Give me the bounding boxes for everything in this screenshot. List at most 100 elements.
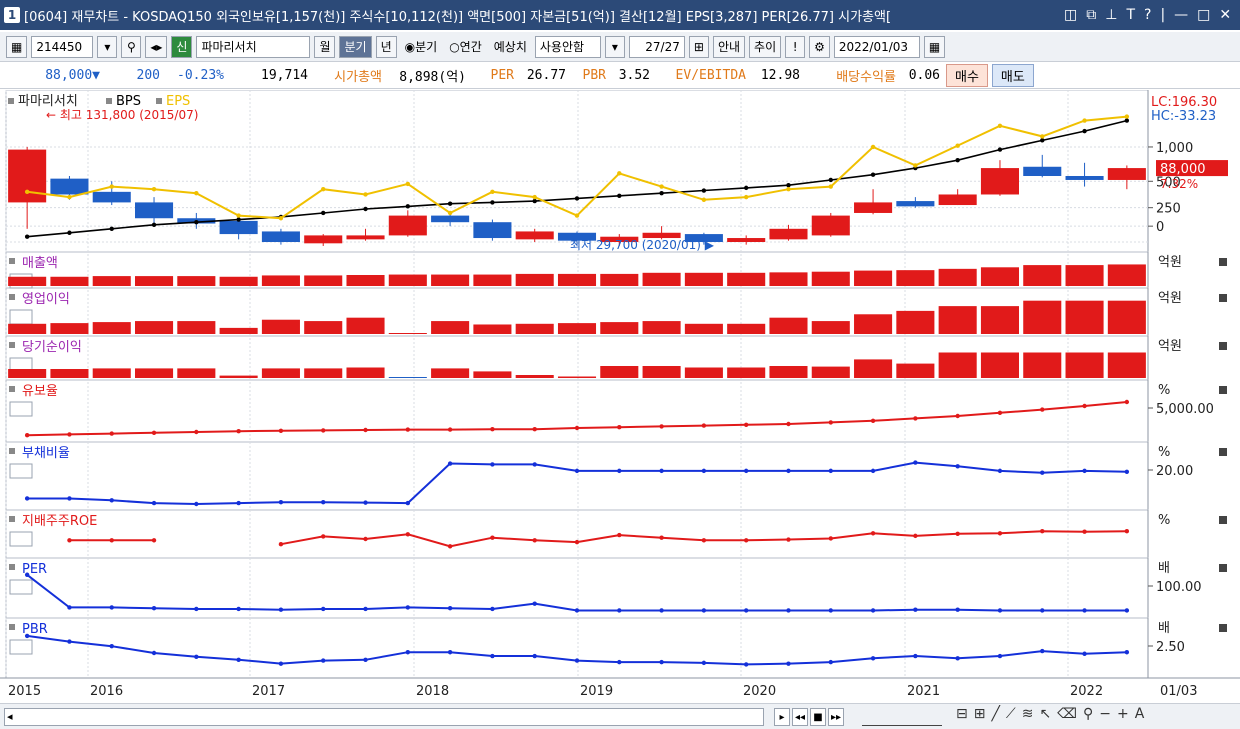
layout-icon[interactable]: ◫ [1064, 7, 1077, 23]
series-line-point [1082, 529, 1087, 534]
search-icon[interactable]: ⚲ [121, 35, 142, 58]
series-line-point [1124, 650, 1130, 655]
code-dropdown-icon[interactable]: ▾ [97, 35, 118, 58]
font-icon[interactable]: T [1126, 7, 1135, 23]
sell-button[interactable]: 매도 [991, 64, 1034, 87]
panel-marker [9, 516, 15, 522]
series-line-point [701, 468, 707, 474]
bar [1023, 300, 1062, 334]
panel-close-icon [1219, 624, 1227, 632]
series-line-point [532, 427, 537, 432]
series-line-point [1124, 399, 1130, 405]
bps-line-point [490, 200, 495, 205]
estimate-select[interactable]: 사용안함 [534, 35, 601, 58]
series-line-point [743, 422, 749, 427]
mode-badge[interactable]: 신 [171, 35, 193, 58]
guide-button[interactable]: 안내 [712, 35, 746, 58]
help-icon[interactable]: ? [1144, 7, 1151, 23]
zoom-icon[interactable]: ⊞ [688, 35, 709, 58]
series-line-point [997, 608, 1003, 613]
bar [431, 321, 470, 334]
magnify-icon[interactable]: ⚲ [1083, 706, 1093, 722]
close-icon[interactable]: ✕ [1219, 7, 1231, 23]
bps-line-point [701, 188, 707, 193]
series-line-point [67, 538, 72, 543]
series-line-point [447, 650, 453, 655]
title-bar: 1 [0604] 재무차트 - KOSDAQ150 외국인보유[1,157(천)… [0, 0, 1240, 30]
series-line-point [828, 536, 833, 541]
candle-body [473, 222, 512, 239]
window-number: 1 [4, 7, 20, 23]
series-line-point [1082, 468, 1087, 474]
period-quarter-button[interactable]: 분기 [339, 35, 372, 58]
layout2-icon[interactable]: ⊞ [974, 706, 986, 722]
series-line-point [67, 639, 72, 644]
calendar-icon[interactable]: ▦ [923, 35, 946, 58]
series-line-point [786, 468, 791, 474]
toolbar: ▦ 214450 ▾ ⚲ ◂▸ 신 파마리서치 월 분기 년 ◉분기 ○연간 예… [0, 32, 1240, 62]
menu-icon[interactable]: ▦ [6, 35, 28, 58]
scroll-left-icon[interactable]: ◂ [7, 710, 13, 723]
erase-icon[interactable]: ⌫ [1057, 706, 1077, 722]
text-icon[interactable]: A [1135, 706, 1145, 722]
stock-name-field[interactable]: 파마리서치 [196, 35, 311, 58]
layout1-icon[interactable]: ⊟ [956, 706, 968, 722]
stop-icon[interactable]: ■ [810, 708, 826, 726]
trend-button[interactable]: 추이 [749, 35, 782, 58]
series-line-point [574, 425, 580, 431]
series-line-point [1082, 651, 1087, 656]
eps-line-point [532, 194, 537, 200]
zoom-out-icon[interactable]: − [1099, 706, 1111, 722]
bar [92, 276, 131, 286]
zoom-slider[interactable] [862, 708, 942, 726]
horizontal-scrollbar[interactable]: ◂ [4, 708, 764, 726]
fibonacci-icon[interactable]: ≋ [1022, 706, 1034, 722]
divider-icon: | [1160, 7, 1166, 23]
draw-line-icon[interactable]: ╱ [991, 706, 999, 722]
financial-chart[interactable]: 2015 2016 2017 2018 2019 2020 2021 2022 01/03 파마리… [0, 90, 1240, 703]
estimate-dropdown-icon[interactable]: ▾ [604, 35, 625, 58]
window-title: [0604] 재무차트 - KOSDAQ150 외국인보유[1,157(천)] … [24, 9, 892, 25]
bar [304, 275, 343, 286]
dividend-label: 배당수익률 [836, 70, 896, 85]
radio-quarter[interactable]: ◉분기 [401, 36, 442, 58]
series-line-point [1040, 470, 1045, 475]
bar [219, 375, 258, 378]
bar [938, 268, 977, 286]
buy-button[interactable]: 매수 [946, 64, 988, 87]
x-tick-label: 2018 [416, 684, 449, 699]
series-line-point [828, 468, 833, 474]
radio-annual[interactable]: ○연간 [445, 36, 486, 58]
series-line-point [1040, 407, 1045, 412]
ev-ebitda-value: 12.98 [760, 68, 800, 83]
bar [515, 323, 554, 334]
code-input[interactable]: 214450 [31, 35, 94, 58]
bar [92, 368, 131, 378]
alert-button[interactable]: ! [785, 35, 806, 58]
series-line-point [574, 658, 580, 663]
candle-body [219, 220, 258, 235]
rewind-icon[interactable]: ◂◂ [792, 708, 808, 726]
settings-icon[interactable]: ⚙ [809, 35, 830, 58]
page-counter[interactable]: 27/27 [628, 35, 685, 58]
prev-next-icon[interactable]: ◂▸ [145, 35, 168, 58]
zoom-in-icon[interactable]: + [1117, 706, 1129, 722]
series-line-point [701, 538, 707, 543]
eps-line-point [701, 197, 707, 202]
forward-icon[interactable]: ▸▸ [828, 708, 844, 726]
eps-line-point [236, 213, 241, 218]
date-input[interactable]: 2022/01/03 [833, 35, 920, 58]
play-icon[interactable]: ▸ [774, 708, 790, 726]
period-year-button[interactable]: 년 [375, 35, 397, 58]
panel-close-icon [1219, 258, 1227, 266]
series-line-point [913, 460, 918, 465]
bar [600, 322, 639, 334]
period-month-button[interactable]: 월 [314, 35, 336, 58]
maximize-icon[interactable]: □ [1197, 7, 1210, 23]
series-line-point [321, 658, 326, 663]
pin-icon[interactable]: ⊥ [1105, 7, 1117, 23]
minimize-icon[interactable]: — [1174, 7, 1188, 23]
trend-line-icon[interactable]: ⟋ [1006, 706, 1016, 722]
copy-window-icon[interactable]: ⧉ [1086, 7, 1096, 23]
cursor-icon[interactable]: ↖ [1039, 706, 1051, 722]
